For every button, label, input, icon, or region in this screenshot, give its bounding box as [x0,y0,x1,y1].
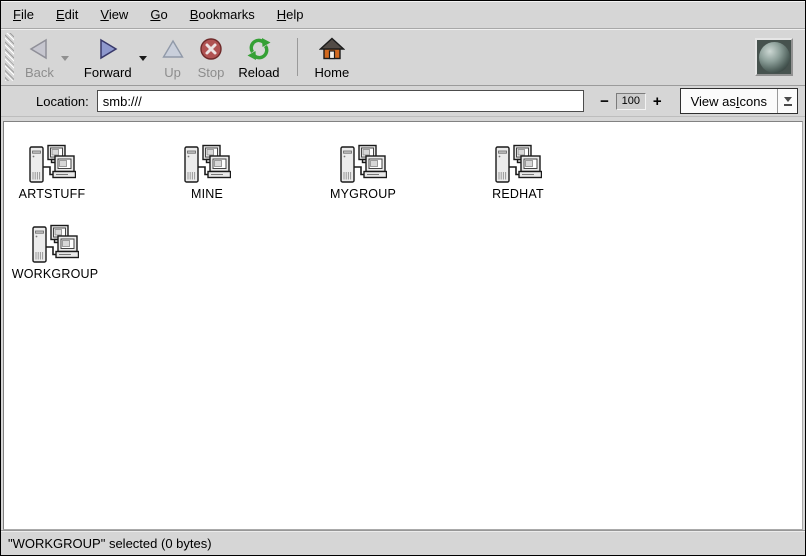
back-arrow-icon [27,37,51,61]
item-label: MINE [191,187,223,201]
workgroup-item-mine[interactable]: MINE [155,144,259,201]
network-computers-icon [339,144,387,186]
view-as-dropdown[interactable]: View as Icons [680,88,798,114]
up-label: Up [164,65,181,80]
item-label: MYGROUP [330,187,396,201]
status-text: "WORKGROUP" selected (0 bytes) [8,536,212,551]
icon-view-pane[interactable]: ARTSTUFF MINE MYGROUP REDHAT WORKGROUP [3,121,803,530]
workgroup-item-mygroup[interactable]: MYGROUP [311,144,415,201]
reload-label: Reload [238,65,279,80]
menu-view[interactable]: View [89,2,139,27]
toolbar-separator [297,38,298,76]
back-label: Back [25,65,54,80]
stop-button[interactable]: Stop [191,30,232,84]
back-history-chevron-icon[interactable] [61,56,69,61]
menu-edit[interactable]: Edit [45,2,89,27]
toolbar: Back Forward Up Stop [1,29,805,86]
forward-button[interactable]: Forward [77,30,139,84]
menu-file[interactable]: File [2,2,45,27]
stop-label: Stop [198,65,225,80]
location-bar: Location: − 100 + View as Icons [1,86,805,117]
home-label: Home [315,65,350,80]
back-button[interactable]: Back [18,30,61,84]
file-manager-window: File Edit View Go Bookmarks Help Back Fo… [0,0,806,556]
menu-bar: File Edit View Go Bookmarks Help [1,1,805,29]
location-input[interactable] [97,90,584,112]
item-label: REDHAT [492,187,544,201]
forward-history-chevron-icon[interactable] [139,56,147,61]
up-button[interactable]: Up [155,30,191,84]
globe-sphere [759,42,790,73]
menu-help[interactable]: Help [266,2,315,27]
home-icon [319,37,345,61]
stop-icon [199,37,223,61]
forward-label: Forward [84,65,132,80]
reload-icon [246,37,272,61]
forward-arrow-icon [96,37,120,61]
zoom-out-button[interactable]: − [596,93,613,110]
zoom-level-indicator[interactable]: 100 [616,93,646,110]
workgroup-item-artstuff[interactable]: ARTSTUFF [3,144,104,201]
up-arrow-icon [162,37,184,61]
item-label: ARTSTUFF [19,187,86,201]
view-as-label: View as Icons [681,89,777,113]
status-bar: "WORKGROUP" selected (0 bytes) [1,530,805,555]
home-button[interactable]: Home [308,30,357,84]
network-computers-icon [28,144,76,186]
network-computers-icon [31,224,79,266]
network-computers-icon [494,144,542,186]
location-label: Location: [36,94,89,109]
throbber-globe-icon [755,38,793,76]
zoom-controls: − 100 + [596,93,666,110]
network-computers-icon [183,144,231,186]
reload-button[interactable]: Reload [231,30,286,84]
zoom-in-button[interactable]: + [649,93,666,110]
menu-go[interactable]: Go [139,2,178,27]
item-label: WORKGROUP [12,267,99,281]
workgroup-item-redhat[interactable]: REDHAT [466,144,570,201]
menu-bookmarks[interactable]: Bookmarks [179,2,266,27]
toolbar-grip-handle[interactable] [5,33,14,81]
dropdown-arrow-icon[interactable] [777,89,797,113]
workgroup-item-workgroup[interactable]: WORKGROUP [3,224,107,281]
